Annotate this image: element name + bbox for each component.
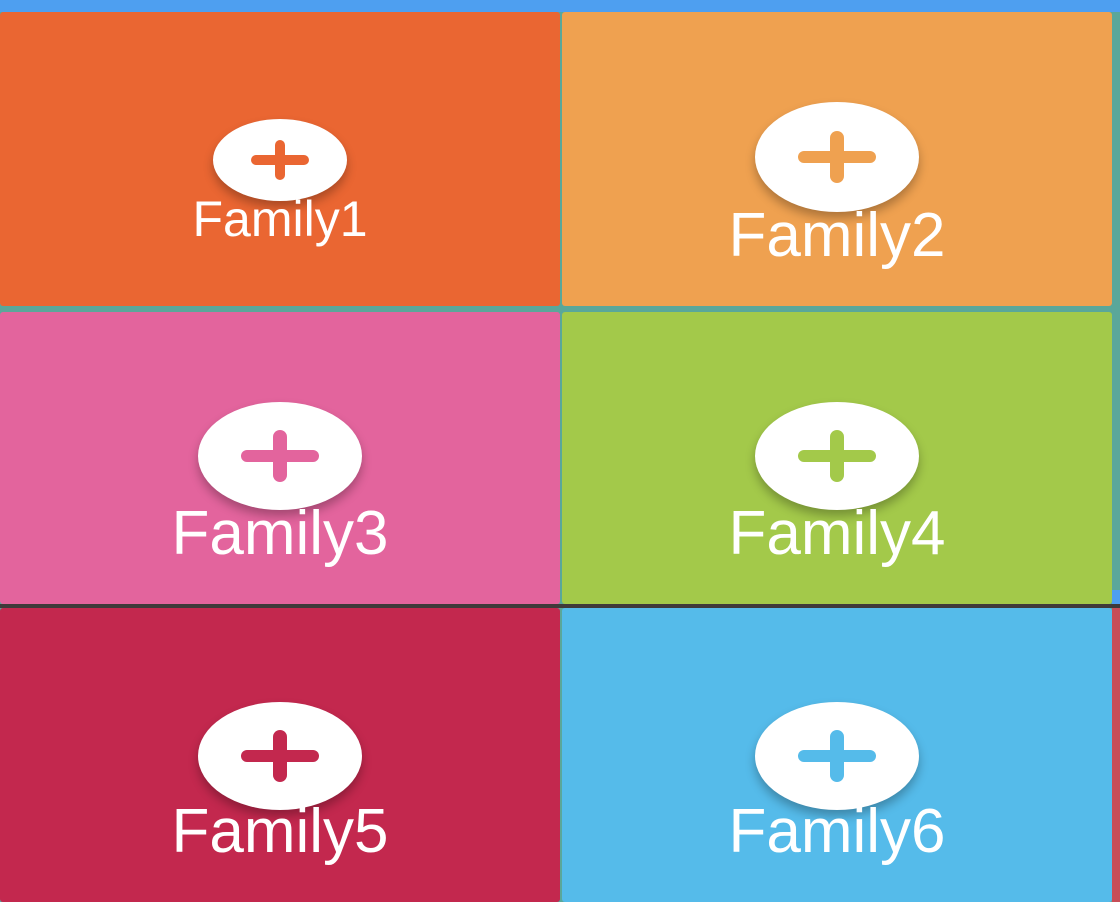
family-tile-6[interactable]: Family6 [562, 608, 1112, 902]
add-icon [798, 131, 876, 183]
family-tile-5[interactable]: Family5 [0, 608, 560, 902]
add-family-5-button[interactable] [198, 702, 362, 810]
add-icon [241, 430, 319, 482]
add-icon [251, 140, 309, 180]
add-icon [798, 430, 876, 482]
top-app-bar-edge [0, 0, 1120, 12]
add-family-2-button[interactable] [755, 102, 919, 212]
family-3-label: Family3 [171, 499, 389, 568]
add-family-4-button[interactable] [755, 402, 919, 510]
family-5-label: Family5 [171, 797, 389, 866]
add-family-1-button[interactable] [213, 119, 347, 201]
family-4-label: Family4 [728, 499, 946, 568]
add-icon [241, 730, 319, 782]
family-tile-1[interactable]: Family1 [0, 12, 560, 306]
family-tile-2[interactable]: Family2 [562, 12, 1112, 306]
edge-strip [1112, 212, 1120, 590]
family-1-label: Family1 [192, 191, 368, 247]
family-tile-3[interactable]: Family3 [0, 312, 560, 604]
family-tile-4[interactable]: Family4 [562, 312, 1112, 604]
family-2-label: Family2 [728, 201, 946, 270]
add-icon [798, 730, 876, 782]
add-family-6-button[interactable] [755, 702, 919, 810]
family-6-label: Family6 [728, 797, 946, 866]
edge-strip [1112, 608, 1120, 902]
add-family-3-button[interactable] [198, 402, 362, 510]
